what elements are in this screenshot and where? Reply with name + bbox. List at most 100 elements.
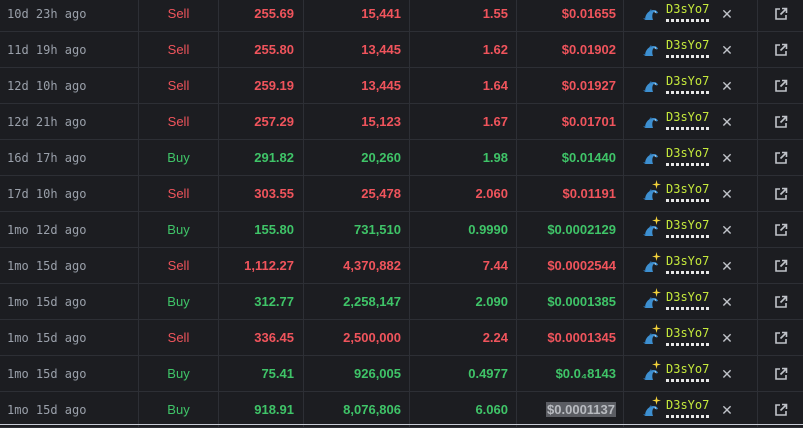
trade-row[interactable]: 1mo 15d ago Sell 336.45 2,500,000 2.24 $0.000… bbox=[0, 320, 803, 356]
close-icon[interactable]: ✕ bbox=[720, 32, 734, 68]
trade-maker[interactable]: D3sYo7 ✕ bbox=[624, 284, 758, 320]
trade-link[interactable] bbox=[758, 212, 803, 248]
close-icon[interactable]: ✕ bbox=[720, 392, 734, 428]
close-icon[interactable]: ✕ bbox=[720, 140, 734, 176]
trade-link[interactable] bbox=[758, 0, 803, 32]
trade-maker[interactable]: D3sYo7 ✕ bbox=[624, 248, 758, 284]
close-icon[interactable]: ✕ bbox=[720, 68, 734, 104]
close-icon[interactable]: ✕ bbox=[720, 212, 734, 248]
trade-maker[interactable]: D3sYo7 ✕ bbox=[624, 392, 758, 428]
maker-address[interactable]: D3sYo7 bbox=[666, 323, 709, 343]
trade-row[interactable]: 11d 19h ago Sell 255.80 13,445 1.62 $0.01902 D… bbox=[0, 32, 803, 68]
external-link-icon[interactable] bbox=[774, 187, 788, 201]
trade-maker[interactable]: D3sYo7 ✕ bbox=[624, 212, 758, 248]
trade-sol: 6.060 bbox=[410, 392, 517, 428]
trade-link[interactable] bbox=[758, 68, 803, 104]
maker-address[interactable]: D3sYo7 bbox=[666, 359, 709, 379]
sparkle-icon bbox=[652, 360, 661, 369]
maker-underline bbox=[666, 379, 711, 382]
trade-link[interactable] bbox=[758, 176, 803, 212]
trade-maker[interactable]: D3sYo7 ✕ bbox=[624, 320, 758, 356]
external-link-icon[interactable] bbox=[774, 367, 788, 381]
external-link-icon[interactable] bbox=[774, 403, 788, 417]
close-icon[interactable]: ✕ bbox=[720, 356, 734, 392]
trade-row[interactable]: 1mo 12d ago Buy 155.80 731,510 0.9990 $0.0002… bbox=[0, 212, 803, 248]
trade-row[interactable]: 16d 17h ago Buy 291.82 20,260 1.98 $0.01440 D3… bbox=[0, 140, 803, 176]
trade-row[interactable]: 12d 10h ago Sell 259.19 13,445 1.64 $0.01927 D… bbox=[0, 68, 803, 104]
external-link-icon[interactable] bbox=[774, 331, 788, 345]
trade-row[interactable]: 1mo 15d ago Sell 1,112.27 4,370,882 7.44 $0.0… bbox=[0, 248, 803, 284]
maker-address[interactable]: D3sYo7 bbox=[666, 35, 709, 55]
trade-sol: 0.4977 bbox=[410, 356, 517, 392]
maker-address[interactable]: D3sYo7 bbox=[666, 71, 709, 91]
external-link-icon[interactable] bbox=[774, 43, 788, 57]
trade-maker[interactable]: D3sYo7 ✕ bbox=[624, 356, 758, 392]
trade-price: $0.0001345 bbox=[517, 320, 624, 356]
maker-address[interactable]: D3sYo7 bbox=[666, 143, 709, 163]
external-link-icon[interactable] bbox=[774, 7, 788, 21]
maker-underline bbox=[666, 127, 711, 130]
maker-address[interactable]: D3sYo7 bbox=[666, 287, 709, 307]
maker-address[interactable]: D3sYo7 bbox=[666, 251, 709, 271]
maker-address[interactable]: D3sYo7 bbox=[666, 395, 709, 415]
trade-usd: 75.41 bbox=[219, 356, 304, 392]
trade-link[interactable] bbox=[758, 284, 803, 320]
trade-type: Sell bbox=[139, 320, 219, 356]
close-icon[interactable]: ✕ bbox=[720, 104, 734, 140]
trade-tokens: 2,258,147 bbox=[304, 284, 410, 320]
trade-link[interactable] bbox=[758, 356, 803, 392]
trade-row[interactable]: 12d 21h ago Sell 257.29 15,123 1.67 $0.01701 D… bbox=[0, 104, 803, 140]
close-icon[interactable]: ✕ bbox=[720, 284, 734, 320]
maker-address[interactable]: D3sYo7 bbox=[666, 0, 709, 19]
trade-row[interactable]: 1mo 15d ago Buy 75.41 926,005 0.4977 $0.0₄814… bbox=[0, 356, 803, 392]
trade-maker[interactable]: D3sYo7 ✕ bbox=[624, 104, 758, 140]
trade-price-value: $0.0001345 bbox=[547, 330, 616, 345]
trade-maker[interactable]: D3sYo7 ✕ bbox=[624, 68, 758, 104]
external-link-icon[interactable] bbox=[774, 79, 788, 93]
maker-underline bbox=[666, 163, 711, 166]
dolphin-icon bbox=[643, 261, 658, 272]
trade-maker[interactable]: D3sYo7 ✕ bbox=[624, 32, 758, 68]
trade-type: Sell bbox=[139, 104, 219, 140]
trade-tokens: 15,441 bbox=[304, 0, 410, 32]
trade-row[interactable]: 10d 23h ago Sell 255.69 15,441 1.55 $0.01655 D… bbox=[0, 0, 803, 32]
trade-price-value: $0.01927 bbox=[561, 78, 616, 93]
external-link-icon[interactable] bbox=[774, 151, 788, 165]
close-icon[interactable]: ✕ bbox=[720, 0, 734, 32]
trade-type: Sell bbox=[139, 0, 219, 32]
trade-link[interactable] bbox=[758, 140, 803, 176]
external-link-icon[interactable] bbox=[774, 223, 788, 237]
trade-row[interactable]: 1mo 15d ago Buy 918.91 8,076,806 6.060 $0.000… bbox=[0, 392, 803, 428]
trade-link[interactable] bbox=[758, 104, 803, 140]
trade-price-value: $0.01191 bbox=[562, 186, 616, 201]
trade-price-value: $0.01440 bbox=[561, 150, 616, 165]
trade-link[interactable] bbox=[758, 320, 803, 356]
trade-usd: 257.29 bbox=[219, 104, 304, 140]
trade-usd: 255.80 bbox=[219, 32, 304, 68]
dolphin-icon bbox=[643, 189, 658, 200]
maker-address[interactable]: D3sYo7 bbox=[666, 179, 709, 199]
trade-maker[interactable]: D3sYo7 ✕ bbox=[624, 0, 758, 32]
maker-address[interactable]: D3sYo7 bbox=[666, 107, 709, 127]
trade-maker[interactable]: D3sYo7 ✕ bbox=[624, 140, 758, 176]
trade-sol: 1.62 bbox=[410, 32, 517, 68]
trade-link[interactable] bbox=[758, 32, 803, 68]
trade-time: 1mo 15d ago bbox=[0, 320, 139, 356]
trade-row[interactable]: 1mo 15d ago Buy 312.77 2,258,147 2.090 $0.000… bbox=[0, 284, 803, 320]
external-link-icon[interactable] bbox=[774, 295, 788, 309]
trade-row[interactable]: 17d 10h ago Sell 303.55 25,478 2.060 $0.01191… bbox=[0, 176, 803, 212]
close-icon[interactable]: ✕ bbox=[720, 248, 734, 284]
dolphin-icon bbox=[643, 45, 658, 56]
trade-time: 1mo 12d ago bbox=[0, 212, 139, 248]
close-icon[interactable]: ✕ bbox=[720, 176, 734, 212]
dolphin-icon bbox=[643, 117, 658, 128]
trade-tokens: 926,005 bbox=[304, 356, 410, 392]
trades-table: 10d 23h ago Sell 255.69 15,441 1.55 $0.01655 D… bbox=[0, 0, 803, 428]
external-link-icon[interactable] bbox=[774, 259, 788, 273]
close-icon[interactable]: ✕ bbox=[720, 320, 734, 356]
trade-link[interactable] bbox=[758, 248, 803, 284]
trade-link[interactable] bbox=[758, 392, 803, 428]
external-link-icon[interactable] bbox=[774, 115, 788, 129]
trade-maker[interactable]: D3sYo7 ✕ bbox=[624, 176, 758, 212]
maker-address[interactable]: D3sYo7 bbox=[666, 215, 709, 235]
